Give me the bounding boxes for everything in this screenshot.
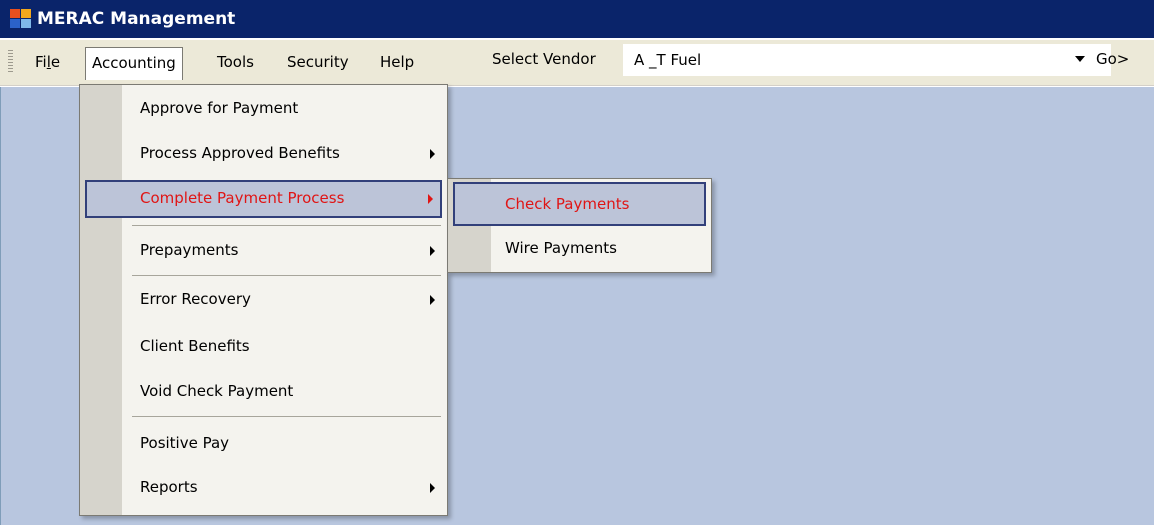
submenu-arrow-icon bbox=[430, 295, 435, 305]
vendor-value: A _T Fuel bbox=[634, 51, 702, 69]
menu-accounting[interactable]: Accounting bbox=[85, 47, 183, 80]
submenu-arrow-icon bbox=[430, 483, 435, 493]
menu-item-void-check-payment[interactable]: Void Check Payment bbox=[80, 373, 447, 411]
menu-item-prepayments[interactable]: Prepayments bbox=[80, 232, 447, 270]
menu-tools[interactable]: Tools bbox=[211, 50, 260, 76]
go-button[interactable]: Go> bbox=[1096, 50, 1129, 68]
menu-item-wire-payments[interactable]: Wire Payments bbox=[448, 231, 711, 269]
dropdown-arrow-icon[interactable] bbox=[1075, 56, 1085, 62]
submenu-arrow-icon bbox=[430, 246, 435, 256]
menu-item-check-payments[interactable]: Check Payments bbox=[453, 182, 706, 226]
vendor-select[interactable]: A _T Fuel bbox=[623, 44, 1111, 76]
toolbar-grip-handle[interactable] bbox=[8, 50, 13, 74]
menu-separator bbox=[132, 225, 441, 226]
accounting-dropdown-menu: Approve for Payment Process Approved Ben… bbox=[79, 84, 448, 516]
menu-security[interactable]: Security bbox=[281, 50, 355, 76]
menu-item-approve-for-payment[interactable]: Approve for Payment bbox=[80, 90, 447, 128]
menu-item-complete-payment-process[interactable]: Complete Payment Process bbox=[85, 180, 442, 218]
menu-item-error-recovery[interactable]: Error Recovery bbox=[80, 281, 447, 319]
submenu-arrow-icon bbox=[428, 194, 433, 204]
menu-file[interactable]: File bbox=[29, 50, 66, 76]
title-bar: MERAC Management bbox=[0, 0, 1154, 38]
menu-item-positive-pay[interactable]: Positive Pay bbox=[80, 425, 447, 463]
vendor-label: Select Vendor bbox=[492, 50, 596, 68]
payment-submenu: Check Payments Wire Payments bbox=[447, 178, 712, 273]
menu-item-process-approved-benefits[interactable]: Process Approved Benefits bbox=[80, 135, 447, 173]
window-title: MERAC Management bbox=[37, 9, 236, 29]
menu-item-client-benefits[interactable]: Client Benefits bbox=[80, 328, 447, 366]
menu-help[interactable]: Help bbox=[374, 50, 420, 76]
submenu-arrow-icon bbox=[430, 149, 435, 159]
menu-item-reports[interactable]: Reports bbox=[80, 469, 447, 507]
app-window-icon bbox=[10, 9, 32, 29]
menu-separator bbox=[132, 275, 441, 276]
menu-separator bbox=[132, 416, 441, 417]
